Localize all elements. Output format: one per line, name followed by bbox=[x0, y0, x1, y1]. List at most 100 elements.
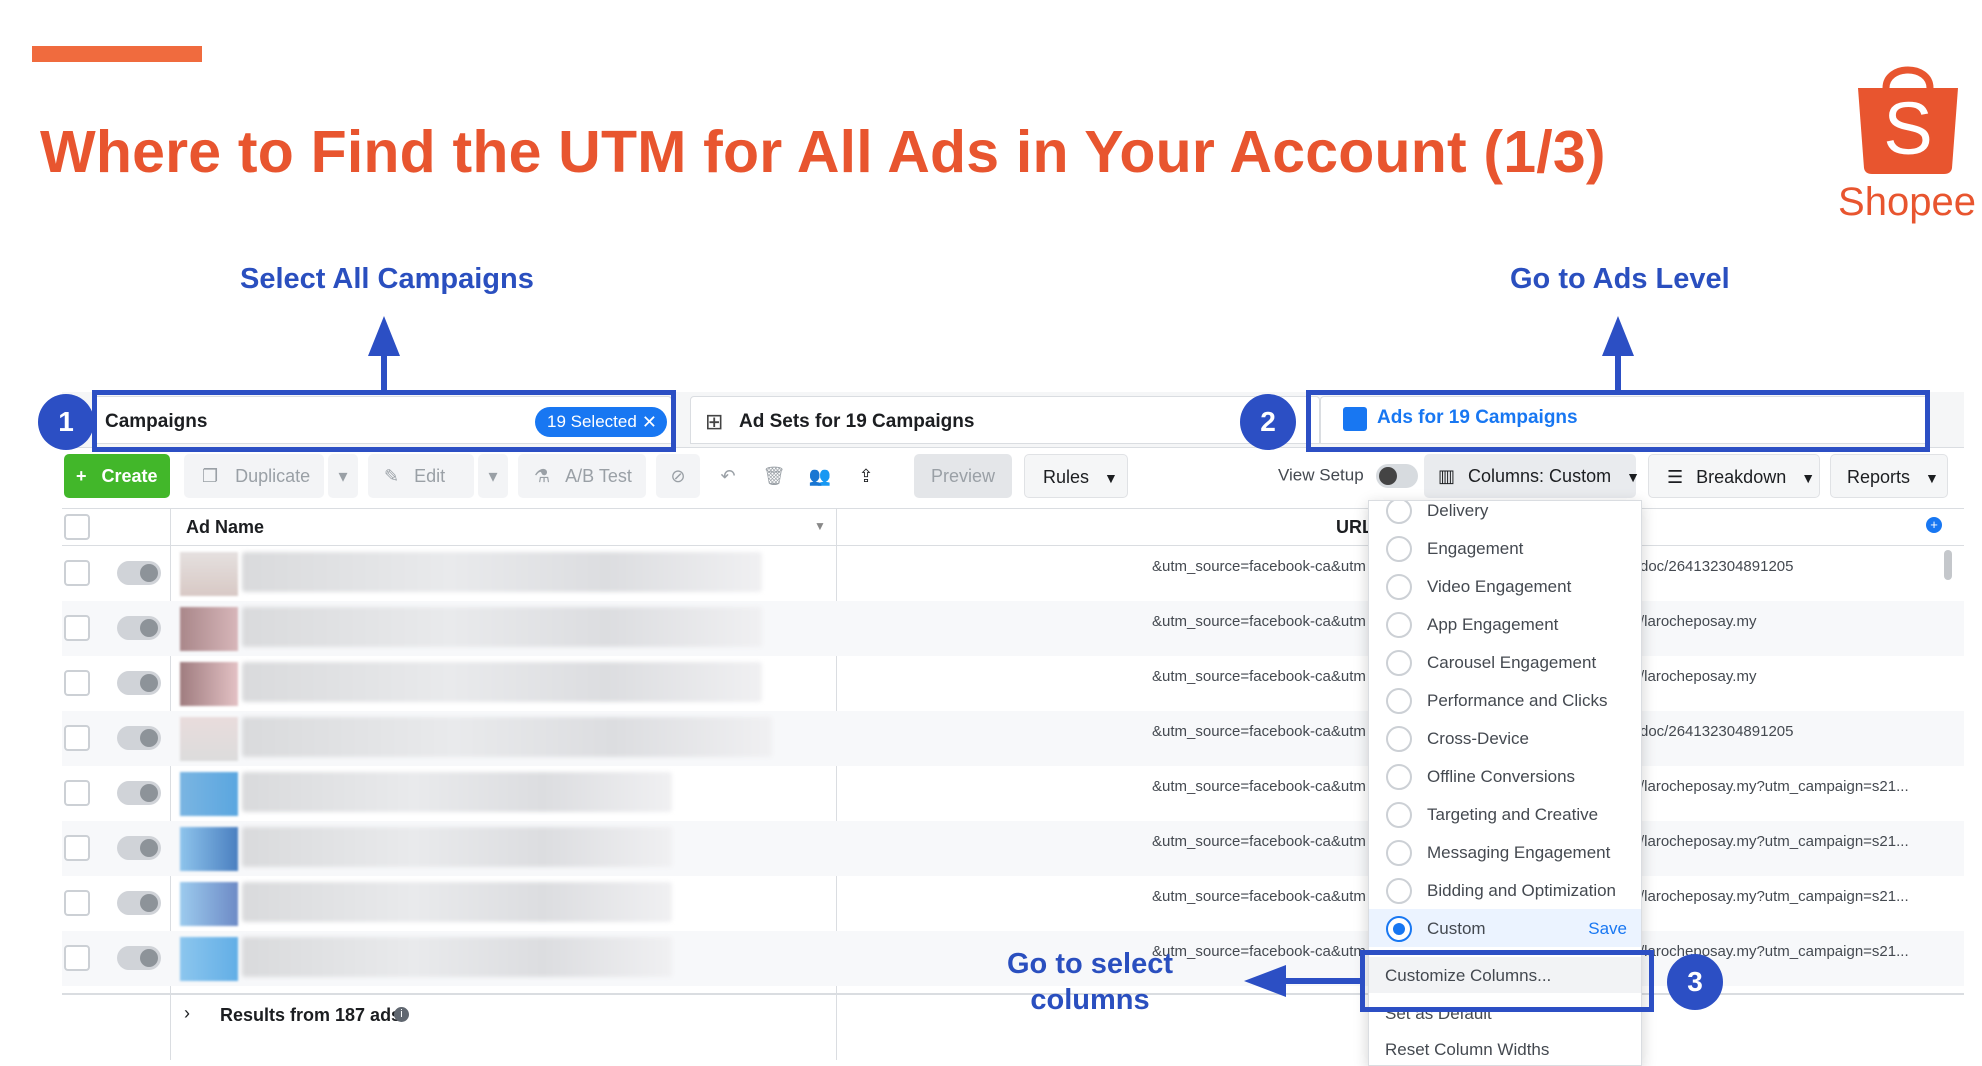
disabled-icon-button[interactable]: ⊘ bbox=[656, 454, 700, 498]
undo-button[interactable]: ↶ bbox=[706, 454, 750, 498]
preview-button[interactable]: Preview bbox=[914, 454, 1012, 498]
select-all-checkbox[interactable] bbox=[64, 514, 90, 540]
menu-item-delivery[interactable]: Delivery bbox=[1369, 501, 1641, 529]
logo-letter: S bbox=[1883, 87, 1932, 170]
sort-caret-icon[interactable]: ▼ bbox=[814, 519, 826, 533]
menu-item-carousel-engagement[interactable]: Carousel Engagement bbox=[1369, 643, 1641, 681]
menu-item-app-engagement[interactable]: App Engagement bbox=[1369, 605, 1641, 643]
table-row[interactable]: &utm_source=facebook-ca&utm /larocheposa… bbox=[62, 656, 1964, 711]
row-checkbox[interactable] bbox=[64, 560, 90, 586]
row-toggle[interactable] bbox=[117, 781, 161, 805]
menu-item-label: Bidding and Optimization bbox=[1427, 881, 1617, 900]
table-row[interactable]: &utm_source=facebook-ca&utm doc/26413230… bbox=[62, 711, 1964, 766]
results-summary: Results from 187 ads bbox=[220, 1005, 402, 1025]
columns-icon: ▥ bbox=[1438, 466, 1456, 486]
view-setup[interactable]: View Setup bbox=[1278, 464, 1419, 488]
menu-item-performance-clicks[interactable]: Performance and Clicks bbox=[1369, 681, 1641, 719]
accent-bar bbox=[32, 46, 202, 62]
radio-icon bbox=[1386, 688, 1412, 714]
view-setup-toggle[interactable] bbox=[1376, 464, 1419, 488]
row-toggle[interactable] bbox=[117, 671, 161, 695]
table-scrollbar[interactable] bbox=[1944, 550, 1952, 580]
arrow-up-icon bbox=[1602, 316, 1634, 356]
annotation-select-columns: Go to select columns bbox=[988, 946, 1192, 1018]
share-button[interactable]: ⇪ bbox=[844, 454, 888, 498]
ad-name-redacted bbox=[242, 662, 762, 702]
row-checkbox[interactable] bbox=[64, 670, 90, 696]
caret-down-icon: ▼ bbox=[1925, 470, 1939, 486]
url-tail: doc/264132304891205 bbox=[1640, 558, 1794, 575]
radio-icon bbox=[1386, 612, 1412, 638]
tab-adsets[interactable]: ⊞ Ad Sets for 19 Campaigns bbox=[690, 396, 1320, 444]
audience-button[interactable]: 👥 bbox=[798, 454, 842, 498]
url-cell: &utm_source=facebook-ca&utm bbox=[1152, 723, 1366, 740]
columns-button[interactable]: ▥ Columns: Custom ▼ bbox=[1424, 454, 1640, 498]
ad-name-redacted bbox=[242, 717, 772, 757]
table-row[interactable]: &utm_source=facebook-ca&utm doc/26413230… bbox=[62, 546, 1964, 601]
row-checkbox[interactable] bbox=[64, 945, 90, 971]
row-checkbox[interactable] bbox=[64, 725, 90, 751]
slide-title: Where to Find the UTM for All Ads in You… bbox=[40, 119, 1606, 185]
url-tail: /larocheposay.my?utm_campaign=s21... bbox=[1640, 833, 1909, 850]
ad-name-redacted bbox=[242, 827, 672, 867]
ad-thumbnail bbox=[180, 662, 238, 706]
add-column-icon[interactable]: + bbox=[1926, 517, 1942, 533]
columns-label: Columns: Custom bbox=[1468, 466, 1612, 486]
duplicate-icon: ❐ bbox=[202, 466, 219, 486]
row-toggle[interactable] bbox=[117, 726, 161, 750]
row-checkbox[interactable] bbox=[64, 780, 90, 806]
table-row[interactable]: &utm_source=facebook-ca&utm /larocheposa… bbox=[62, 876, 1964, 931]
ad-thumbnail bbox=[180, 607, 238, 651]
menu-item-label: Performance and Clicks bbox=[1427, 691, 1608, 710]
row-toggle[interactable] bbox=[117, 836, 161, 860]
duplicate-button[interactable]: ❐ Duplicate bbox=[184, 454, 324, 498]
shopee-logo: S Shopee bbox=[1836, 42, 1978, 232]
breakdown-icon: ☰ bbox=[1667, 467, 1684, 487]
col-ad-name[interactable]: Ad Name bbox=[186, 517, 264, 538]
tab-adsets-label: Ad Sets for 19 Campaigns bbox=[739, 411, 975, 432]
save-link[interactable]: Save bbox=[1588, 919, 1627, 939]
edit-button[interactable]: ✎ Edit bbox=[368, 454, 474, 498]
row-checkbox[interactable] bbox=[64, 835, 90, 861]
rules-button[interactable]: Rules ▼ bbox=[1024, 454, 1128, 498]
menu-item-messaging-engagement[interactable]: Messaging Engagement bbox=[1369, 833, 1641, 871]
row-toggle[interactable] bbox=[117, 616, 161, 640]
row-toggle[interactable] bbox=[117, 946, 161, 970]
menu-item-offline-conversions[interactable]: Offline Conversions bbox=[1369, 757, 1641, 795]
highlight-customize-columns bbox=[1360, 950, 1654, 1012]
highlight-campaigns-tab bbox=[92, 390, 676, 452]
row-checkbox[interactable] bbox=[64, 615, 90, 641]
create-label: Create bbox=[101, 466, 158, 486]
menu-item-bidding-optimization[interactable]: Bidding and Optimization bbox=[1369, 871, 1641, 909]
menu-item-custom[interactable]: Custom Save bbox=[1369, 909, 1641, 947]
edit-dropdown[interactable]: ▾ bbox=[478, 454, 508, 498]
duplicate-dropdown[interactable]: ▾ bbox=[328, 454, 358, 498]
row-toggle[interactable] bbox=[117, 561, 161, 585]
row-toggle[interactable] bbox=[117, 891, 161, 915]
breakdown-button[interactable]: ☰ Breakdown ▼ bbox=[1648, 454, 1820, 498]
table-row[interactable]: &utm_source=facebook-ca&utm /larocheposa… bbox=[62, 766, 1964, 821]
radio-icon bbox=[1386, 878, 1412, 904]
delete-button[interactable]: 🗑 bbox=[752, 454, 796, 498]
menu-item-video-engagement[interactable]: Video Engagement bbox=[1369, 567, 1641, 605]
ab-test-button[interactable]: ⚗ A/B Test bbox=[518, 454, 646, 498]
reset-widths-item[interactable]: Reset Column Widths bbox=[1369, 1031, 1641, 1065]
create-button[interactable]: + Create bbox=[64, 454, 170, 498]
radio-icon bbox=[1386, 650, 1412, 676]
table-row[interactable]: &utm_source=facebook-ca&utm /larocheposa… bbox=[62, 601, 1964, 656]
menu-item-targeting-creative[interactable]: Targeting and Creative bbox=[1369, 795, 1641, 833]
table-header: Ad Name ▼ URL + bbox=[62, 508, 1964, 546]
grid-icon: ⊞ bbox=[705, 409, 724, 434]
table-row[interactable]: &utm_source=facebook-ca&utm /larocheposa… bbox=[62, 821, 1964, 876]
chevron-right-icon[interactable]: › bbox=[184, 1003, 190, 1024]
menu-item-engagement[interactable]: Engagement bbox=[1369, 529, 1641, 567]
url-tail: doc/264132304891205 bbox=[1640, 723, 1794, 740]
url-cell: &utm_source=facebook-ca&utm bbox=[1152, 668, 1366, 685]
row-checkbox[interactable] bbox=[64, 890, 90, 916]
menu-item-label: Carousel Engagement bbox=[1427, 653, 1597, 672]
menu-item-cross-device[interactable]: Cross-Device bbox=[1369, 719, 1641, 757]
info-icon[interactable]: i bbox=[394, 1007, 409, 1022]
ad-thumbnail bbox=[180, 717, 238, 761]
plus-icon: + bbox=[76, 466, 87, 486]
reports-button[interactable]: Reports ▼ bbox=[1830, 454, 1948, 498]
